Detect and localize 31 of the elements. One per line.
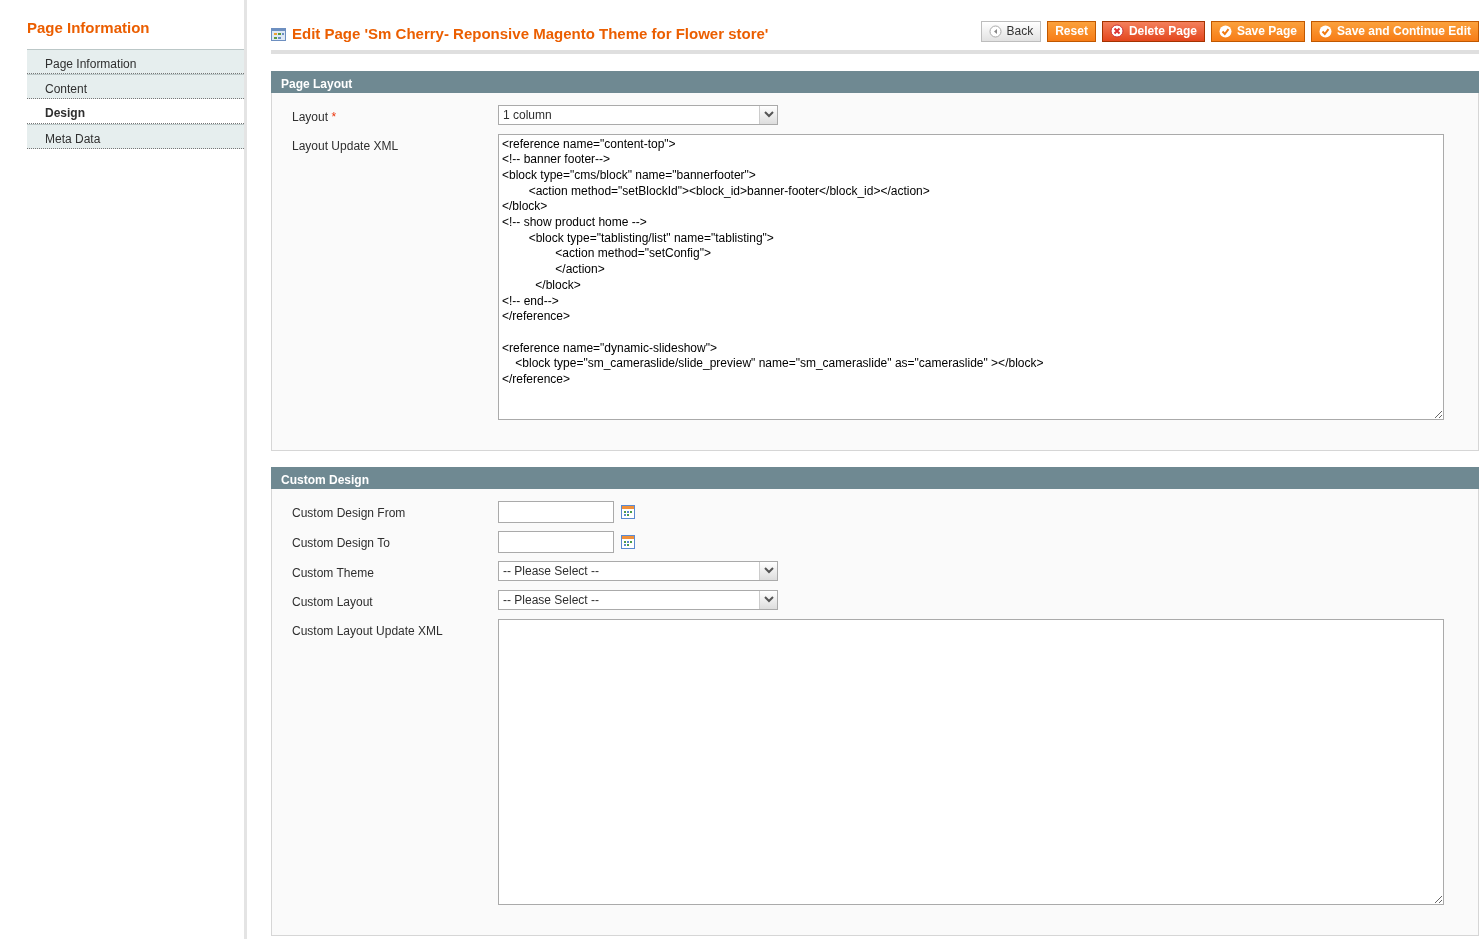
sidebar-tab[interactable]: Page Information bbox=[27, 48, 244, 74]
xml-textarea[interactable]: <reference name="content-top"> <!-- banner footer--> <block type="cms/block" name="bannerfooter"> <action method="setBlockId"><block_id>banner-footer</block_id></action> </block> <!-- show product home --> <block type="tablisting/list" name="tablisting"> <action method="setConfig"> </action> </block> <!-- end--> </reference> <reference name="dynamic-slideshow"> <block type="sm_cameraslide/slide_preview" name="sm_cameraslide" as="cameraslide" ></block> </reference> bbox=[498, 133, 1444, 420]
select-field[interactable]: -- Please Select -- bbox=[498, 589, 778, 610]
calendar-icon[interactable] bbox=[621, 504, 635, 519]
chevron-down-icon bbox=[763, 567, 774, 574]
date-field[interactable] bbox=[498, 530, 614, 553]
chevron-down-icon bbox=[763, 111, 774, 118]
sidebar-title: Page Information bbox=[27, 18, 151, 38]
check-icon bbox=[1319, 24, 1332, 38]
action-button[interactable]: Back bbox=[980, 20, 1042, 42]
field-label: Custom Layout Update XML bbox=[292, 622, 444, 640]
chevron-down-icon bbox=[763, 596, 774, 603]
field-label: Custom Theme bbox=[292, 564, 375, 582]
field-label: Layout Update XML bbox=[292, 137, 400, 155]
field-label: Custom Design To bbox=[292, 534, 391, 552]
close-icon bbox=[1109, 24, 1124, 39]
grid-icon bbox=[271, 27, 286, 41]
field-label: Custom Layout bbox=[292, 593, 374, 611]
field-label: Layout * bbox=[292, 108, 338, 126]
page-title: Edit Page 'Sm Cherry- Reponsive Magento Theme for Flower store' bbox=[292, 24, 769, 44]
section-header: Custom Design bbox=[271, 466, 1479, 489]
select-field[interactable]: -- Please Select -- bbox=[498, 560, 778, 581]
date-field[interactable] bbox=[498, 500, 614, 523]
section-header: Page Layout bbox=[271, 70, 1479, 93]
select-field[interactable]: 1 column bbox=[498, 104, 778, 125]
required-mark: * bbox=[331, 109, 337, 124]
sidebar-tab[interactable]: Content bbox=[27, 73, 244, 99]
calendar-icon[interactable] bbox=[621, 534, 635, 549]
check-icon bbox=[1218, 24, 1232, 38]
field-label: Custom Design From bbox=[292, 504, 407, 522]
sidebar-tab[interactable]: Meta Data bbox=[27, 123, 244, 149]
